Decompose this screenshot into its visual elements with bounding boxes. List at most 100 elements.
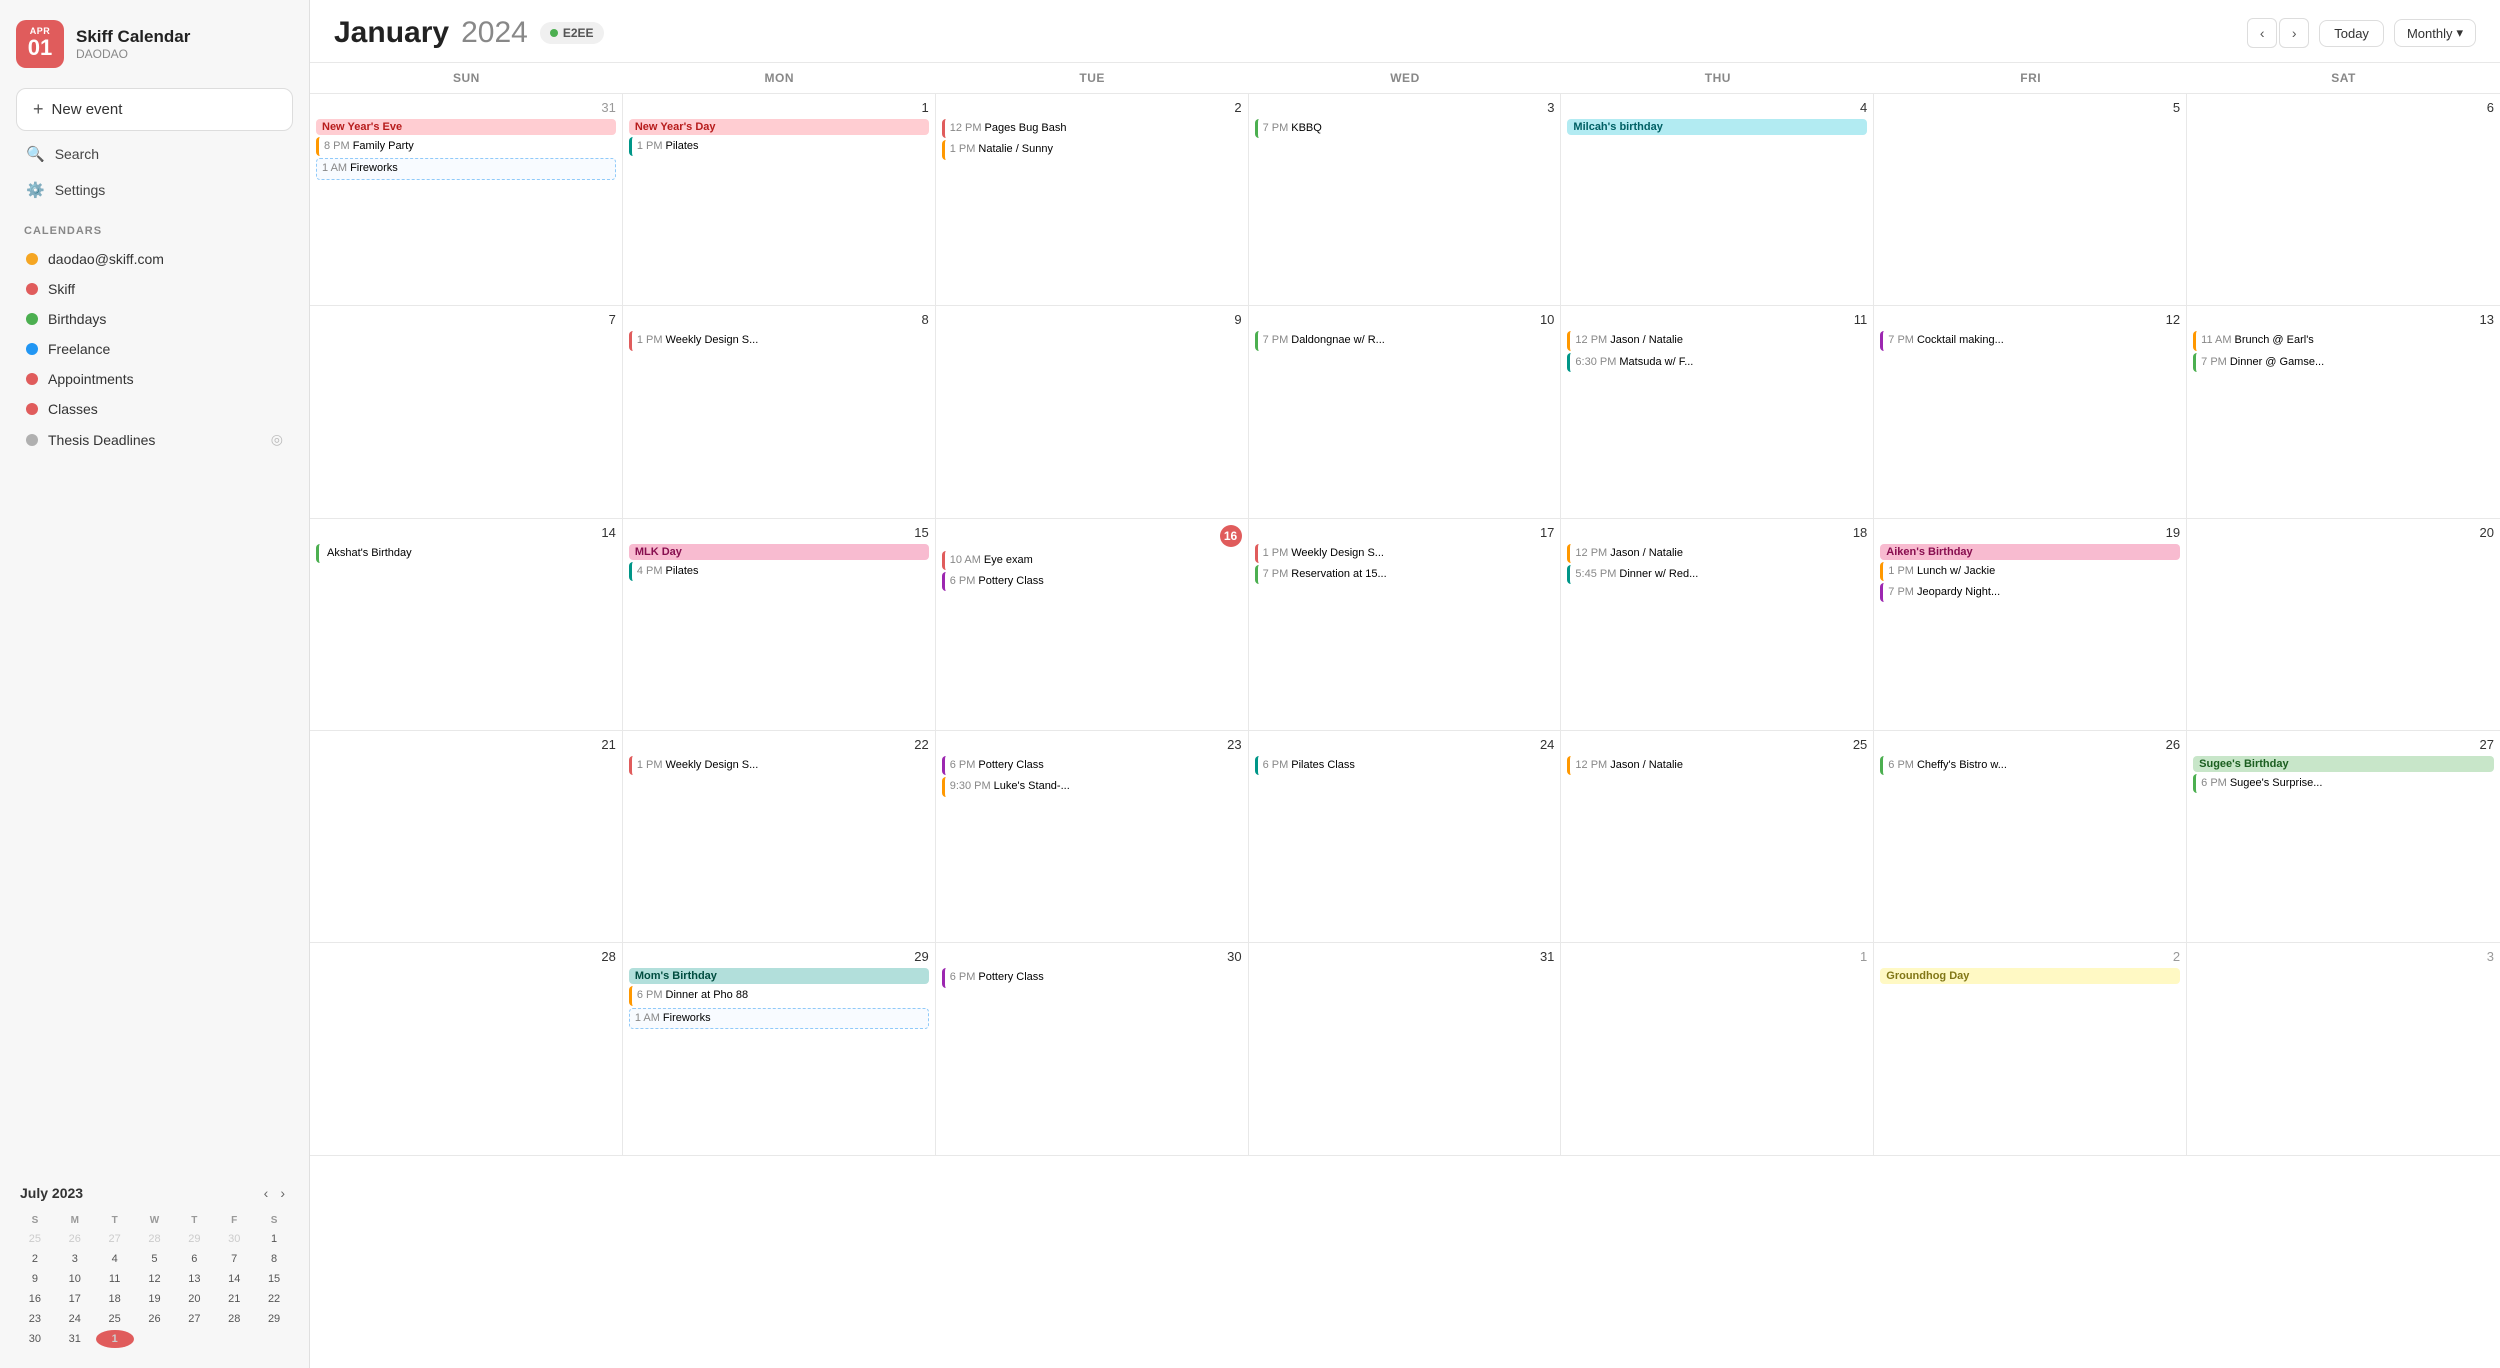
- mini-cal-day[interactable]: 20: [175, 1290, 213, 1308]
- cal-cell[interactable]: 107 PM Daldongnae w/ R...: [1249, 306, 1562, 518]
- cal-cell[interactable]: 6: [2187, 94, 2500, 306]
- mini-cal-day[interactable]: 18: [96, 1290, 134, 1308]
- event-item[interactable]: MLK Day: [629, 544, 929, 560]
- cal-cell[interactable]: 171 PM Weekly Design S...7 PM Reservatio…: [1249, 519, 1562, 731]
- event-item[interactable]: 6 PM Sugee's Surprise...: [2193, 774, 2494, 793]
- event-item[interactable]: 9:30 PM Luke's Stand-...: [942, 777, 1242, 796]
- event-item[interactable]: 7 PM KBBQ: [1255, 119, 1555, 138]
- mini-cal-day[interactable]: 23: [16, 1310, 54, 1328]
- event-item[interactable]: 7 PM Dinner @ Gamse...: [2193, 353, 2494, 372]
- event-item[interactable]: 5:45 PM Dinner w/ Red...: [1567, 565, 1867, 584]
- cal-cell[interactable]: 2Groundhog Day: [1874, 943, 2187, 1155]
- cal-cell[interactable]: 29Mom's Birthday6 PM Dinner at Pho 881 A…: [623, 943, 936, 1155]
- calendar-item-freelance[interactable]: Freelance: [16, 335, 293, 363]
- event-item[interactable]: 6 PM Pottery Class: [942, 756, 1242, 775]
- prev-month-button[interactable]: ‹: [2247, 18, 2277, 48]
- mini-cal-day[interactable]: 29: [175, 1230, 213, 1248]
- mini-cal-day[interactable]: 1: [255, 1230, 293, 1248]
- event-item[interactable]: 12 PM Jason / Natalie: [1567, 331, 1867, 350]
- mini-cal-day[interactable]: 14: [215, 1270, 253, 1288]
- cal-cell[interactable]: 1: [1561, 943, 1874, 1155]
- cal-cell[interactable]: 21: [310, 731, 623, 943]
- cal-cell[interactable]: 236 PM Pottery Class9:30 PM Luke's Stand…: [936, 731, 1249, 943]
- event-item[interactable]: 1 PM Natalie / Sunny: [942, 140, 1242, 159]
- mini-cal-day[interactable]: 2: [16, 1250, 54, 1268]
- event-item[interactable]: 10 AM Eye exam: [942, 551, 1242, 570]
- mini-cal-day[interactable]: 11: [96, 1270, 134, 1288]
- calendar-item-appointments[interactable]: Appointments: [16, 365, 293, 393]
- event-item[interactable]: Sugee's Birthday: [2193, 756, 2494, 772]
- cal-cell[interactable]: 1610 AM Eye exam6 PM Pottery Class: [936, 519, 1249, 731]
- mini-cal-day[interactable]: 22: [255, 1290, 293, 1308]
- mini-cal-day[interactable]: 29: [255, 1310, 293, 1328]
- event-item[interactable]: 6 PM Pottery Class: [942, 968, 1242, 987]
- mini-cal-day[interactable]: 3: [56, 1250, 94, 1268]
- event-item[interactable]: 12 PM Jason / Natalie: [1567, 544, 1867, 563]
- cal-cell[interactable]: 15MLK Day4 PM Pilates: [623, 519, 936, 731]
- event-item[interactable]: 6 PM Pottery Class: [942, 572, 1242, 591]
- cal-cell[interactable]: 212 PM Pages Bug Bash1 PM Natalie / Sunn…: [936, 94, 1249, 306]
- mini-cal-day[interactable]: 30: [16, 1330, 54, 1348]
- cal-cell[interactable]: 1112 PM Jason / Natalie6:30 PM Matsuda w…: [1561, 306, 1874, 518]
- cal-cell[interactable]: 37 PM KBBQ: [1249, 94, 1562, 306]
- settings-nav-item[interactable]: ⚙️ Settings: [16, 173, 293, 207]
- cal-cell[interactable]: 20: [2187, 519, 2500, 731]
- cal-cell[interactable]: 5: [1874, 94, 2187, 306]
- mini-cal-day[interactable]: 16: [16, 1290, 54, 1308]
- event-item[interactable]: 6 PM Pilates Class: [1255, 756, 1555, 775]
- event-item[interactable]: New Year's Eve: [316, 119, 616, 135]
- event-item[interactable]: New Year's Day: [629, 119, 929, 135]
- cal-cell[interactable]: 31New Year's Eve8 PM Family Party1 AMFir…: [310, 94, 623, 306]
- mini-cal-day[interactable]: 27: [96, 1230, 134, 1248]
- cal-cell[interactable]: 1812 PM Jason / Natalie5:45 PM Dinner w/…: [1561, 519, 1874, 731]
- mini-cal-day[interactable]: 28: [136, 1230, 174, 1248]
- mini-cal-day[interactable]: 12: [136, 1270, 174, 1288]
- new-event-button[interactable]: + New event: [16, 88, 293, 131]
- calendar-item-daodao[interactable]: daodao@skiff.com: [16, 245, 293, 273]
- event-item[interactable]: Mom's Birthday: [629, 968, 929, 984]
- mini-cal-day[interactable]: 21: [215, 1290, 253, 1308]
- mini-cal-day[interactable]: 24: [56, 1310, 94, 1328]
- calendar-item-birthdays[interactable]: Birthdays: [16, 305, 293, 333]
- event-item[interactable]: 7 PM Daldongnae w/ R...: [1255, 331, 1555, 350]
- event-item[interactable]: 7 PM Reservation at 15...: [1255, 565, 1555, 584]
- cal-cell[interactable]: 31: [1249, 943, 1562, 1155]
- event-item[interactable]: 1 AMFireworks: [629, 1008, 929, 1029]
- calendar-item-classes[interactable]: Classes: [16, 395, 293, 423]
- mini-cal-day[interactable]: 19: [136, 1290, 174, 1308]
- event-item[interactable]: 12 PM Jason / Natalie: [1567, 756, 1867, 775]
- cal-cell[interactable]: 14Akshat's Birthday: [310, 519, 623, 731]
- cal-cell[interactable]: 1311 AM Brunch @ Earl's7 PM Dinner @ Gam…: [2187, 306, 2500, 518]
- event-item[interactable]: 12 PM Pages Bug Bash: [942, 119, 1242, 138]
- mini-cal-day[interactable]: 28: [215, 1310, 253, 1328]
- mini-cal-day[interactable]: 4: [96, 1250, 134, 1268]
- event-item[interactable]: 7 PM Cocktail making...: [1880, 331, 2180, 350]
- hide-icon[interactable]: ◎: [271, 431, 283, 448]
- cal-cell[interactable]: 27Sugee's Birthday6 PM Sugee's Surprise.…: [2187, 731, 2500, 943]
- cal-cell[interactable]: 7: [310, 306, 623, 518]
- cal-cell[interactable]: 2512 PM Jason / Natalie: [1561, 731, 1874, 943]
- event-item[interactable]: 6 PM Cheffy's Bistro w...: [1880, 756, 2180, 775]
- cal-cell[interactable]: 127 PM Cocktail making...: [1874, 306, 2187, 518]
- mini-cal-day[interactable]: 26: [56, 1230, 94, 1248]
- mini-cal-day[interactable]: 6: [175, 1250, 213, 1268]
- event-item[interactable]: 6 PM Dinner at Pho 88: [629, 986, 929, 1005]
- mini-cal-day[interactable]: 25: [96, 1310, 134, 1328]
- cal-cell[interactable]: 306 PM Pottery Class: [936, 943, 1249, 1155]
- event-item[interactable]: 1 AMFireworks: [316, 158, 616, 179]
- calendar-item-thesis[interactable]: Thesis Deadlines ◎: [16, 425, 293, 454]
- view-selector-button[interactable]: Monthly ▾: [2394, 19, 2476, 47]
- mini-cal-next-button[interactable]: ›: [276, 1183, 289, 1203]
- cal-cell[interactable]: 246 PM Pilates Class: [1249, 731, 1562, 943]
- mini-cal-day[interactable]: 27: [175, 1310, 213, 1328]
- mini-cal-day[interactable]: 17: [56, 1290, 94, 1308]
- cal-cell[interactable]: 19Aiken's Birthday1 PM Lunch w/ Jackie7 …: [1874, 519, 2187, 731]
- mini-cal-day[interactable]: 5: [136, 1250, 174, 1268]
- mini-cal-day[interactable]: 25: [16, 1230, 54, 1248]
- event-item[interactable]: Akshat's Birthday: [316, 544, 616, 563]
- mini-cal-day[interactable]: 9: [16, 1270, 54, 1288]
- calendar-item-skiff[interactable]: Skiff: [16, 275, 293, 303]
- event-item[interactable]: 1 PM Weekly Design S...: [629, 331, 929, 350]
- event-item[interactable]: 11 AM Brunch @ Earl's: [2193, 331, 2494, 350]
- cal-cell[interactable]: 4Milcah's birthday: [1561, 94, 1874, 306]
